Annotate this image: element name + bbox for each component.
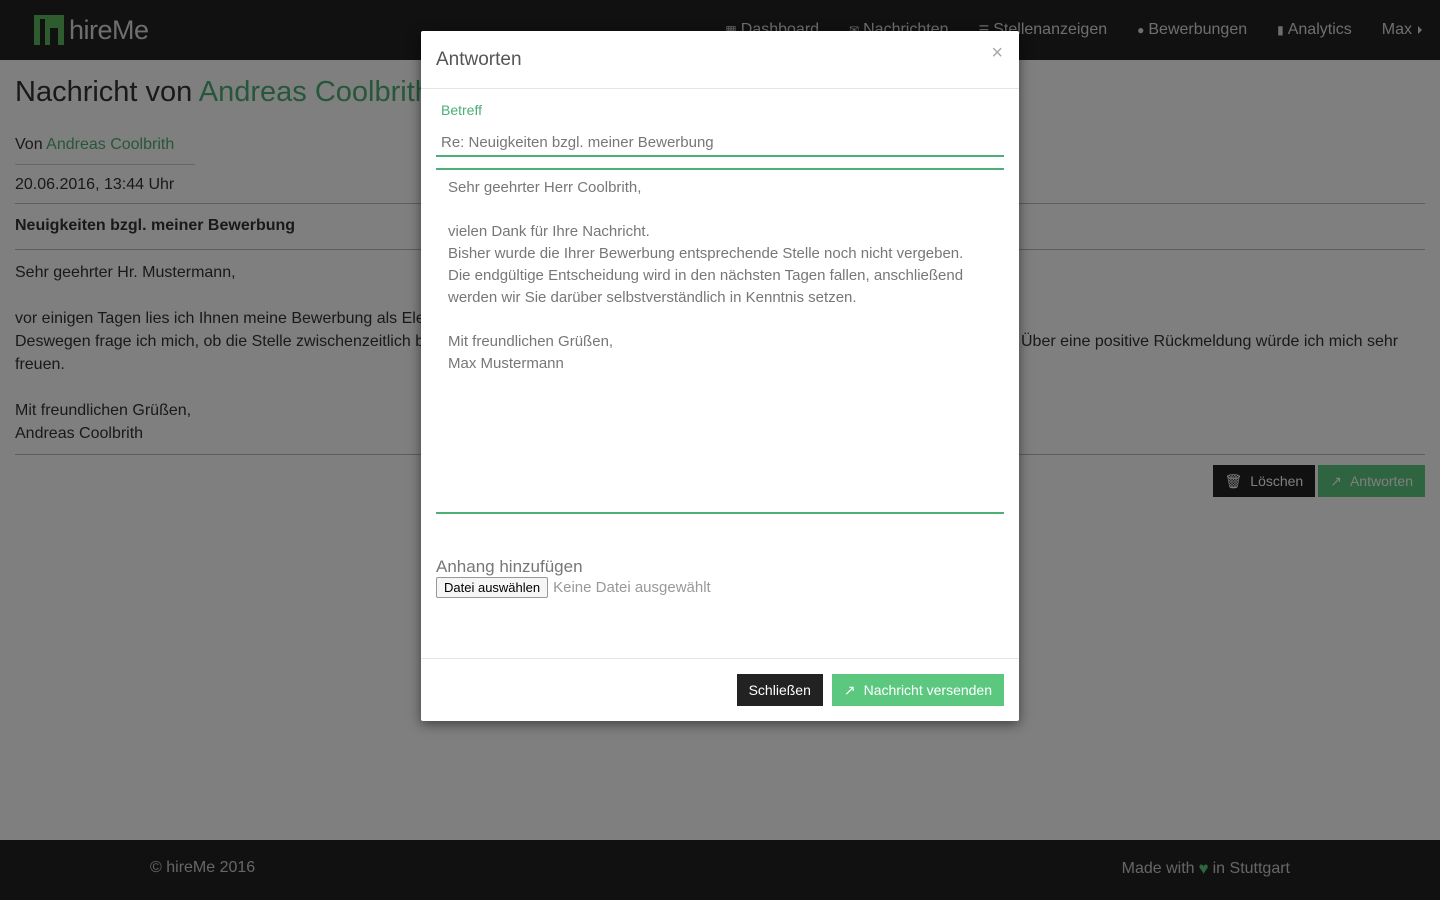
close-icon[interactable]: ×: [991, 43, 1003, 63]
subject-input[interactable]: [436, 129, 1004, 157]
file-picker: Datei auswählen Keine Datei ausgewählt: [436, 577, 711, 598]
close-button[interactable]: Schließen: [736, 674, 823, 706]
modal-footer: Schließen ↗ Nachricht versenden: [421, 658, 1019, 721]
reply-modal: Antworten × Betreff Anhang hinzufügen Da…: [421, 31, 1019, 721]
file-status: Keine Datei ausgewählt: [553, 579, 711, 596]
reply-body-textarea[interactable]: [436, 168, 1004, 514]
modal-title: Antworten: [436, 49, 522, 70]
modal-buttons: Schließen ↗ Nachricht versenden: [728, 674, 1004, 706]
attachment-label: Anhang hinzufügen: [436, 557, 583, 576]
subject-label: Betreff: [441, 102, 482, 118]
choose-file-button[interactable]: Datei auswählen: [436, 577, 549, 598]
share-icon: ↗: [843, 681, 856, 698]
modal-header: Antworten ×: [421, 31, 1019, 89]
send-button-label: Nachricht versenden: [863, 682, 992, 698]
send-message-button[interactable]: ↗ Nachricht versenden: [831, 674, 1004, 706]
close-button-label: Schließen: [748, 682, 811, 698]
